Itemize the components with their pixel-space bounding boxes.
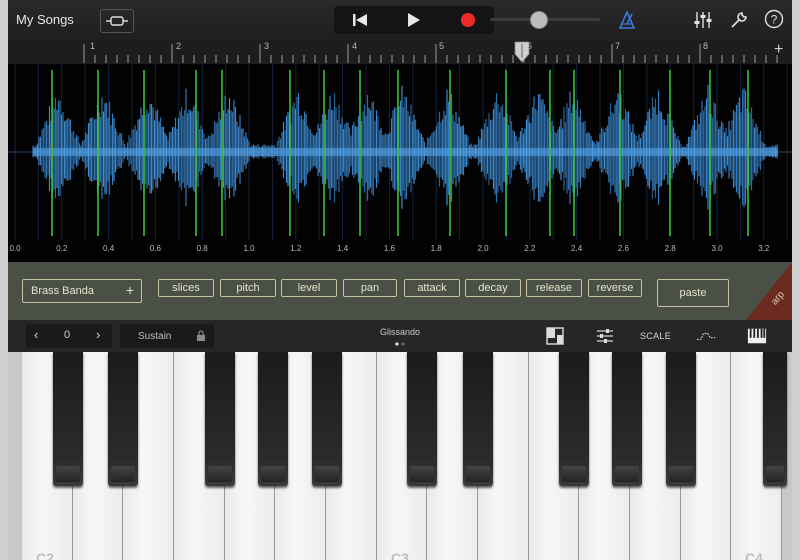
page-indicator (395, 342, 405, 346)
play-button[interactable] (388, 6, 440, 34)
add-track-icon[interactable]: + (774, 41, 783, 59)
piano-keyboard: C2 C3 C4 (8, 352, 792, 560)
octave-down-button[interactable]: ‹ (34, 327, 38, 342)
time-tick-label: 2.6 (617, 244, 629, 253)
settings-wrench-icon[interactable] (728, 9, 750, 31)
black-key[interactable] (612, 352, 642, 486)
octave-control: ‹ 0 › (26, 324, 112, 348)
time-tick-label: 3.2 (758, 244, 770, 253)
reverse-button[interactable]: reverse (588, 279, 642, 297)
play-icon (408, 13, 420, 27)
sustain-label: Sustain (138, 331, 172, 342)
sustain-button[interactable]: Sustain (120, 324, 214, 348)
time-tick-label: 2.8 (664, 244, 676, 253)
transport-controls (334, 6, 494, 34)
keyboard-toolbar: ‹ 0 › Sustain Glissando SCALE (8, 320, 792, 352)
bar-label: 7 (615, 41, 621, 51)
black-key[interactable] (312, 352, 342, 486)
arpeggiator-icon[interactable] (696, 327, 716, 345)
record-button[interactable] (442, 6, 494, 34)
time-tick-label: 1.4 (337, 244, 349, 253)
bar-label: 4 (352, 41, 358, 51)
rewind-icon (353, 14, 367, 26)
time-tick-label: 1.0 (243, 244, 255, 253)
release-button[interactable]: release (526, 279, 582, 297)
decay-button[interactable]: decay (465, 279, 521, 297)
key-label: C2 (36, 550, 54, 560)
glissando-mode[interactable]: Glissando (368, 327, 432, 337)
attack-button[interactable]: attack (404, 279, 460, 297)
octave-up-button[interactable]: › (96, 327, 100, 342)
add-preset-icon[interactable]: + (126, 282, 134, 298)
controls-icon[interactable] (595, 327, 615, 345)
my-songs-button[interactable]: My Songs (16, 12, 74, 27)
preset-selector[interactable]: Brass Banda + (22, 279, 142, 303)
bar-label: 3 (264, 41, 270, 51)
lock-icon[interactable] (196, 330, 206, 342)
black-key[interactable] (763, 352, 787, 486)
time-tick-label: 3.0 (711, 244, 723, 253)
device-bezel-left (0, 0, 8, 560)
preset-name: Brass Banda (31, 285, 94, 297)
black-key[interactable] (463, 352, 493, 486)
help-icon[interactable]: ? (763, 8, 785, 30)
time-tick-label: 1.6 (383, 244, 395, 253)
key-label: C3 (391, 550, 409, 560)
bar-label: 2 (176, 41, 182, 51)
garageband-sampler-screen: My Songs ? 1 2 3 4 5 6 7 8 + 0.0 0.2 0.4… (0, 0, 800, 560)
top-toolbar: My Songs ? (8, 0, 792, 40)
bar-label: 8 (703, 41, 709, 51)
level-button[interactable]: level (281, 279, 337, 297)
black-key[interactable] (108, 352, 138, 486)
black-key[interactable] (258, 352, 288, 486)
key-label: C4 (745, 550, 763, 560)
time-tick-label: 2.0 (477, 244, 489, 253)
black-key[interactable] (666, 352, 696, 486)
time-tick-label: 1.8 (430, 244, 442, 253)
time-tick-label: 0.6 (149, 244, 161, 253)
svg-text:?: ? (771, 13, 778, 27)
black-key[interactable] (53, 352, 83, 486)
bar-label: 5 (439, 41, 445, 51)
black-key[interactable] (205, 352, 235, 486)
time-tick-label: 0.0 (9, 244, 21, 253)
timeline-ruler[interactable]: 1 2 3 4 5 6 7 8 + (8, 40, 792, 65)
piano-keys-icon[interactable] (747, 327, 767, 345)
time-tick-label: 0.4 (103, 244, 115, 253)
mixer-icon[interactable] (692, 9, 714, 31)
bar-label: 1 (90, 41, 96, 51)
time-tick-label: 2.2 (524, 244, 536, 253)
device-bezel-right (792, 0, 800, 560)
keyboard-layout-icon[interactable] (545, 327, 565, 345)
metronome-icon[interactable] (616, 9, 638, 31)
pitch-button[interactable]: pitch (220, 279, 276, 297)
time-tick-label: 0.8 (196, 244, 208, 253)
ruler-ticks (83, 44, 778, 63)
sampler-control-strip: Brass Banda + slices pitch level pan att… (8, 262, 792, 320)
time-tick-label: 2.4 (571, 244, 583, 253)
paste-button[interactable]: paste (657, 279, 729, 307)
loop-browser-icon[interactable] (100, 9, 134, 33)
scale-button[interactable]: SCALE (640, 331, 671, 341)
master-volume-knob[interactable] (530, 11, 548, 29)
time-tick-label: 0.2 (56, 244, 68, 253)
rewind-button[interactable] (334, 6, 386, 34)
arpeggiator-icon[interactable]: arp (746, 262, 792, 320)
slices-button[interactable]: slices (158, 279, 214, 297)
octave-value: 0 (64, 329, 71, 341)
time-tick-label: 1.2 (290, 244, 302, 253)
pan-button[interactable]: pan (343, 279, 397, 297)
record-icon (461, 13, 475, 27)
black-key[interactable] (407, 352, 437, 486)
sample-waveform[interactable]: 0.0 0.2 0.4 0.6 0.8 1.0 1.2 1.4 1.6 1.8 2.0 2.2 2.4 2… (8, 64, 792, 262)
black-key[interactable] (559, 352, 589, 486)
playhead[interactable] (514, 40, 530, 64)
